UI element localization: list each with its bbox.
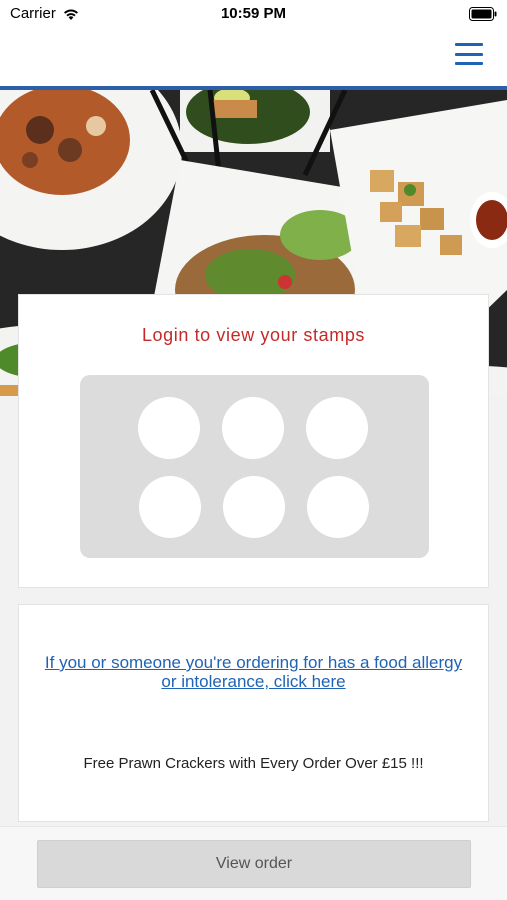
menu-line [455,62,483,65]
hamburger-menu-icon[interactable] [455,40,483,68]
stamp-grid [80,375,429,558]
stamp-slot [306,397,368,459]
bottom-bar: View order [0,826,507,900]
stamp-slot [138,397,200,459]
stamp-login-prompt[interactable]: Login to view your stamps [19,325,488,346]
stamp-slot [139,476,201,538]
battery-icon [469,7,497,21]
promo-text: Free Prawn Crackers with Every Order Ove… [83,755,424,772]
stamp-card: Login to view your stamps [18,294,489,588]
stamp-slot [307,476,369,538]
stamp-slot [222,397,284,459]
status-time: 10:59 PM [220,5,287,22]
view-order-button[interactable]: View order [37,840,471,888]
status-bar: Carrier 10:59 PM [0,0,507,30]
stamp-slot [223,476,285,538]
menu-line [455,52,483,56]
info-card: If you or someone you're ordering for ha… [18,604,489,822]
menu-line [455,43,483,46]
allergy-info-link[interactable]: If you or someone you're ordering for ha… [39,653,468,691]
app-header [0,30,507,86]
